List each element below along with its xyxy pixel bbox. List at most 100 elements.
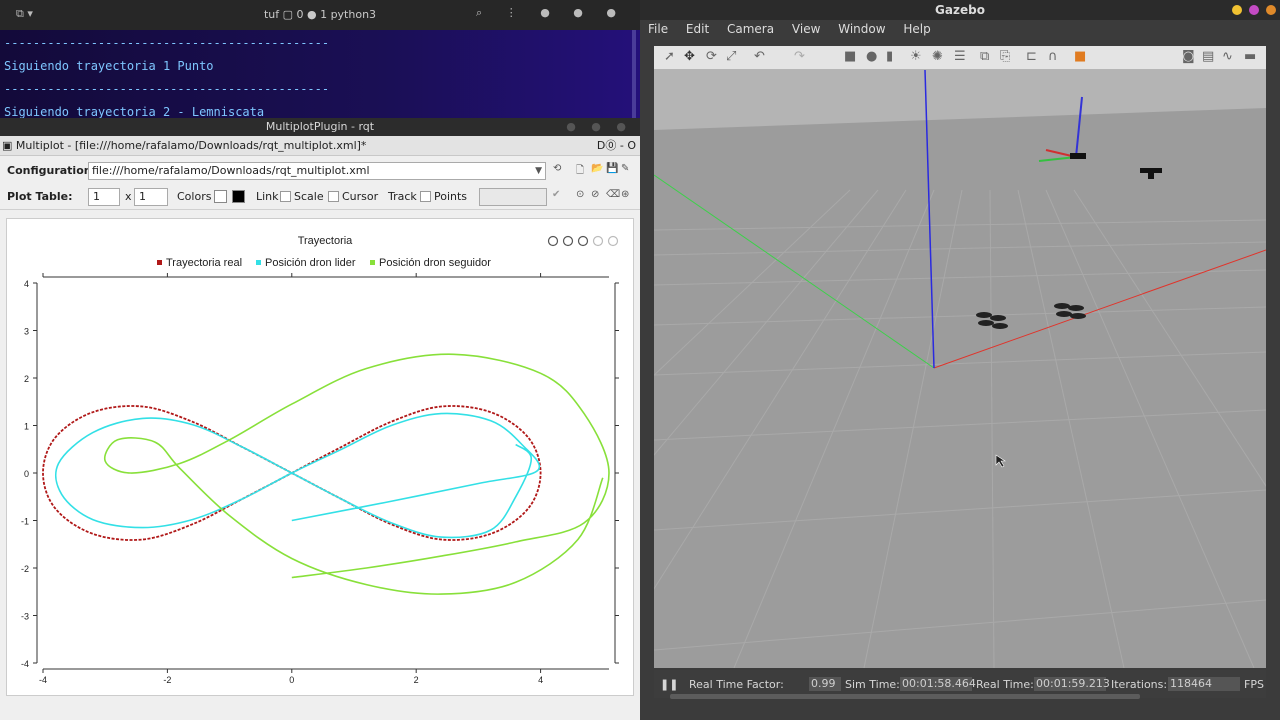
snap-icon[interactable]: ∩ — [1048, 49, 1058, 64]
link-label: Link — [256, 190, 279, 203]
spot-light-icon[interactable]: ✺ — [932, 49, 943, 64]
menu-window[interactable]: Window — [838, 22, 885, 36]
translate-icon[interactable]: ✥ — [684, 49, 695, 64]
scene-render[interactable] — [654, 70, 1266, 668]
rows-spinbox[interactable]: 1 — [88, 188, 120, 206]
plugin-label: Multiplot - [file:///home/rafalamo/Downl… — [15, 139, 367, 152]
legend-marker — [370, 260, 375, 265]
directional-light-icon[interactable]: ☰ — [954, 49, 966, 64]
real-time-label: Real Time: — [976, 678, 1034, 691]
play-all-icon[interactable]: ⊙ — [576, 189, 584, 200]
y-tick-label: 0 — [24, 469, 29, 479]
save-as-icon[interactable]: ✎ — [621, 163, 629, 174]
rtf-value: 0.99 — [809, 677, 841, 691]
configuration-value: file:///home/rafalamo/Downloads/rqt_mult… — [92, 164, 370, 177]
redo-icon[interactable]: ↷ — [794, 49, 805, 64]
gazebo-toolbar: ➚ ✥ ⟳ ⤢ ↶ ↷ ■ ● ▮ ☀ ✺ ☰ ⧉ ⎘ ⊏ ∩ ■ ◙ ▤ ∿ … — [654, 46, 1266, 70]
screenshot-icon[interactable]: ◙ — [1182, 49, 1195, 64]
menu-edit[interactable]: Edit — [686, 22, 709, 36]
close-button[interactable] — [1266, 5, 1276, 15]
maximize-button[interactable] — [1249, 5, 1259, 15]
terminal-controls[interactable]: ⌕ ⋮ ● ● ● — [476, 6, 626, 20]
series-dron-lider — [54, 412, 541, 539]
chart-title: Trayectoria — [298, 235, 353, 247]
gazebo-horizontal-scrollbar[interactable] — [670, 694, 1140, 699]
align-icon[interactable]: ⊏ — [1026, 49, 1037, 64]
iterations-label: Iterations: — [1111, 678, 1168, 691]
scale-label: Scale — [294, 190, 324, 203]
legend-label: Posición dron seguidor — [379, 257, 491, 269]
log-icon[interactable]: ▤ — [1202, 49, 1214, 64]
settings-plot-icon[interactable] — [592, 235, 604, 247]
clear-all-icon[interactable]: ⌫ — [606, 189, 620, 200]
box-shape-icon[interactable]: ■ — [844, 49, 856, 64]
clear-plot-icon[interactable] — [562, 235, 574, 247]
open-config-icon[interactable]: 📂 — [591, 163, 603, 174]
change-view-icon[interactable]: ■ — [1074, 49, 1086, 64]
sphere-shape-icon[interactable]: ● — [866, 49, 877, 64]
settings-all-icon[interactable]: ⊛ — [621, 189, 629, 200]
scale-checkbox[interactable] — [328, 191, 339, 202]
y-tick-label: 4 — [24, 279, 29, 289]
export-plot-icon[interactable] — [577, 235, 589, 247]
cylinder-shape-icon[interactable]: ▮ — [886, 49, 893, 64]
undo-icon[interactable]: ↶ — [754, 49, 765, 64]
plot-icon[interactable]: ∿ — [1222, 49, 1233, 64]
rqt-window-title: MultiplotPlugin - rqt — [265, 120, 375, 133]
fps-label: FPS — [1244, 678, 1264, 691]
plugin-controls[interactable]: D⓪ - O — [597, 136, 636, 156]
track-label: Track — [388, 190, 417, 203]
terminal-separator: ----------------------------------------… — [4, 36, 330, 50]
paste-icon[interactable]: ⎘ — [1000, 49, 1010, 64]
configuration-combo[interactable]: file:///home/rafalamo/Downloads/rqt_mult… — [88, 162, 546, 180]
menu-help[interactable]: Help — [903, 22, 930, 36]
terminal-separator: ----------------------------------------… — [4, 82, 330, 96]
copy-icon[interactable]: ⧉ — [980, 49, 989, 64]
export-field[interactable] — [479, 188, 547, 206]
configuration-row: Configuration: file:///home/rafalamo/Dow… — [0, 158, 640, 184]
link-checkbox[interactable] — [280, 191, 291, 202]
pause-plot-icon[interactable] — [547, 235, 559, 247]
minimize-button[interactable] — [1232, 5, 1242, 15]
point-light-icon[interactable]: ☀ — [910, 49, 922, 64]
pause-all-icon[interactable]: ⊘ — [591, 189, 599, 200]
cols-spinbox[interactable]: 1 — [134, 188, 168, 206]
save-icon[interactable]: 💾 — [606, 163, 618, 174]
legend-marker — [157, 260, 162, 265]
sim-time-value: 00:01:58.464 — [900, 677, 976, 691]
terminal-window[interactable]: ⧉ ▾ tuf ▢ 0 ● 1 python3 ⌕ ⋮ ● ● ● ------… — [0, 0, 640, 119]
configuration-label: Configuration: — [7, 164, 96, 177]
gazebo-menubar: File Edit Camera View Window Help — [640, 20, 1280, 40]
rotate-icon[interactable]: ⟳ — [706, 49, 717, 64]
plot-widget[interactable]: Trayectoria Trayectoria real Posición dron… — [6, 218, 634, 696]
gazebo-title: Gazebo — [935, 3, 985, 17]
legend-marker — [256, 260, 261, 265]
sim-time-label: Sim Time: — [845, 678, 900, 691]
terminal-scrollbar[interactable] — [632, 30, 636, 118]
plugin-icon: ▣ — [2, 139, 13, 152]
scale-icon[interactable]: ⤢ — [726, 49, 736, 64]
plot-canvas[interactable]: Trayectoria Trayectoria real Posición dron… — [7, 219, 633, 695]
menu-view[interactable]: View — [792, 22, 820, 36]
chevron-down-icon[interactable]: ▼ — [535, 163, 542, 179]
check-icon[interactable]: ✔ — [552, 189, 560, 200]
terminal-line-1: Siguiendo trayectoria 1 Punto — [4, 59, 214, 73]
reload-icon[interactable]: ⟲ — [553, 163, 561, 174]
gazebo-3d-scene[interactable] — [654, 70, 1266, 668]
video-icon[interactable]: ▬ — [1244, 49, 1256, 64]
menu-file[interactable]: File — [648, 22, 668, 36]
y-tick-label: 2 — [24, 374, 29, 384]
x-tick-label: -4 — [39, 675, 47, 685]
new-config-icon[interactable]: 🗋 — [576, 163, 584, 180]
track-checkbox[interactable] — [420, 191, 431, 202]
rqt-window-controls[interactable]: ● ● ● — [566, 118, 632, 136]
terminal-output[interactable]: ----------------------------------------… — [0, 30, 640, 119]
legend-label: Trayectoria real — [166, 257, 242, 269]
zoom-plot-icon[interactable] — [607, 235, 619, 247]
select-arrow-icon[interactable]: ➚ — [664, 49, 675, 64]
background-color-swatch[interactable] — [214, 190, 227, 203]
foreground-color-swatch[interactable] — [232, 190, 245, 203]
menu-camera[interactable]: Camera — [727, 22, 774, 36]
pause-icon[interactable]: ❚❚ — [660, 678, 678, 691]
colors-label: Colors — [177, 190, 212, 203]
